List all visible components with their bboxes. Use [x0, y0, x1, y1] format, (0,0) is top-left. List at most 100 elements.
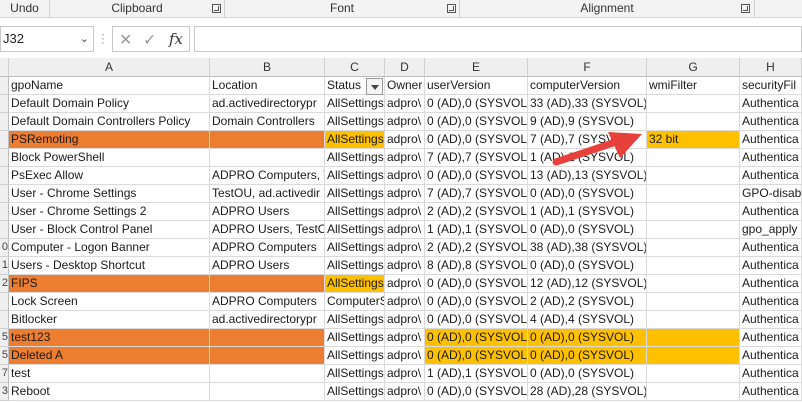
- column-header-d[interactable]: D: [385, 58, 425, 77]
- cell-wmi-filter[interactable]: [647, 275, 740, 293]
- cell-status[interactable]: AllSettings: [325, 257, 385, 275]
- cell-computer-version[interactable]: 0 (AD),0 (SYSVOL): [528, 347, 647, 365]
- cell-computer-version[interactable]: 12 (AD),12 (SYSVOL): [528, 275, 647, 293]
- cell-wmi-filter[interactable]: [647, 113, 740, 131]
- row-header[interactable]: [0, 167, 9, 185]
- cell-wmi-filter[interactable]: [647, 257, 740, 275]
- cell-wmi-filter[interactable]: [647, 95, 740, 113]
- column-header-h[interactable]: H: [740, 58, 802, 77]
- cell-location[interactable]: ADPRO Users: [210, 203, 325, 221]
- cell-status[interactable]: AllSettings: [325, 275, 385, 293]
- cell-status[interactable]: AllSettings: [325, 239, 385, 257]
- row-header[interactable]: 1: [0, 257, 9, 275]
- cell-owner[interactable]: adpro\: [385, 257, 425, 275]
- dialog-launcher-icon[interactable]: [212, 4, 221, 13]
- cell-location[interactable]: [210, 383, 325, 401]
- cell-status[interactable]: AllSettings: [325, 311, 385, 329]
- cell-gpo-name[interactable]: Block PowerShell: [9, 149, 210, 167]
- filter-dropdown-icon[interactable]: [366, 78, 383, 95]
- cell-user-version[interactable]: 0 (AD),0 (SYSVOL): [425, 311, 528, 329]
- cell-security-filter[interactable]: Authentica: [740, 131, 802, 149]
- cell-owner[interactable]: adpro\: [385, 203, 425, 221]
- cell-wmi-filter[interactable]: [647, 347, 740, 365]
- cell-location[interactable]: [210, 149, 325, 167]
- cell-owner[interactable]: adpro\: [385, 95, 425, 113]
- cell-security-filter[interactable]: gpo_apply: [740, 221, 802, 239]
- row-header[interactable]: 5: [0, 347, 9, 365]
- cell-computer-version[interactable]: 0 (AD),0 (SYSVOL): [528, 221, 647, 239]
- cell-computer-version[interactable]: 0 (AD),0 (SYSVOL): [528, 329, 647, 347]
- cell-gpo-name[interactable]: Computer - Logon Banner: [9, 239, 210, 257]
- cell-status[interactable]: AllSettings: [325, 113, 385, 131]
- cell-gpo-name[interactable]: User - Chrome Settings 2: [9, 203, 210, 221]
- drag-handle-icon[interactable]: · · ·: [101, 28, 105, 48]
- cell-gpo-name[interactable]: Lock Screen: [9, 293, 210, 311]
- cell-owner[interactable]: adpro\: [385, 221, 425, 239]
- cell-user-version[interactable]: 1 (AD),1 (SYSVOL): [425, 221, 528, 239]
- cell-location[interactable]: ADPRO Computers: [210, 293, 325, 311]
- cell-user-version[interactable]: 2 (AD),2 (SYSVOL): [425, 203, 528, 221]
- cell-gpo-name[interactable]: Users - Desktop Shortcut: [9, 257, 210, 275]
- cell-location[interactable]: [210, 275, 325, 293]
- cell-user-version[interactable]: 0 (AD),0 (SYSVOL): [425, 275, 528, 293]
- cell-location[interactable]: Domain Controllers: [210, 113, 325, 131]
- cell-location[interactable]: ADPRO Users: [210, 257, 325, 275]
- cell-wmi-filter[interactable]: [647, 239, 740, 257]
- cell-security-filter[interactable]: Authentica: [740, 167, 802, 185]
- cell-computer-version[interactable]: 0 (AD),0 (SYSVOL): [528, 257, 647, 275]
- chevron-down-icon[interactable]: ⌄: [80, 27, 89, 51]
- cell-gpo-name[interactable]: FIPS: [9, 275, 210, 293]
- cancel-icon[interactable]: ✕: [119, 30, 132, 50]
- header-cell-gpo-name[interactable]: gpoName: [9, 77, 210, 95]
- cell-location[interactable]: [210, 347, 325, 365]
- cell-user-version[interactable]: 0 (AD),0 (SYSVOL): [425, 131, 528, 149]
- cell-security-filter[interactable]: Authentica: [740, 293, 802, 311]
- row-header[interactable]: [0, 131, 9, 149]
- cell-gpo-name[interactable]: PsExec Allow: [9, 167, 210, 185]
- cell-location[interactable]: ADPRO Users, TestOU: [210, 221, 325, 239]
- ribbon-group-clipboard[interactable]: Clipboard: [50, 0, 225, 18]
- cell-user-version[interactable]: 8 (AD),8 (SYSVOL): [425, 257, 528, 275]
- formula-input[interactable]: [194, 26, 802, 52]
- cell-wmi-filter[interactable]: [647, 203, 740, 221]
- row-header[interactable]: [0, 149, 9, 167]
- cell-owner[interactable]: adpro\: [385, 293, 425, 311]
- column-header-a[interactable]: A: [9, 58, 210, 77]
- cell-owner[interactable]: adpro\: [385, 149, 425, 167]
- cell-security-filter[interactable]: Authentica: [740, 203, 802, 221]
- cell-gpo-name[interactable]: Default Domain Policy: [9, 95, 210, 113]
- cell-user-version[interactable]: 0 (AD),0 (SYSVOL): [425, 293, 528, 311]
- cell-owner[interactable]: adpro\: [385, 185, 425, 203]
- row-header[interactable]: [0, 95, 9, 113]
- cell-status[interactable]: AllSettings: [325, 95, 385, 113]
- row-header[interactable]: [0, 311, 9, 329]
- cell-wmi-filter[interactable]: [647, 365, 740, 383]
- dialog-launcher-icon[interactable]: [741, 4, 750, 13]
- cell-gpo-name[interactable]: test: [9, 365, 210, 383]
- cell-status[interactable]: AllSettings: [325, 149, 385, 167]
- cell-status[interactable]: AllSettings: [325, 329, 385, 347]
- enter-icon[interactable]: ✓: [143, 30, 156, 50]
- cell-security-filter[interactable]: Authentica: [740, 257, 802, 275]
- cell-location[interactable]: ADPRO Computers, T: [210, 167, 325, 185]
- cell-user-version[interactable]: 0 (AD),0 (SYSVOL): [425, 113, 528, 131]
- cell-status[interactable]: AllSettings: [325, 167, 385, 185]
- cell-security-filter[interactable]: Authentica: [740, 383, 802, 401]
- cell-wmi-filter[interactable]: 32 bit: [647, 131, 740, 149]
- header-cell-security-filter[interactable]: securityFil: [740, 77, 802, 95]
- cell-wmi-filter[interactable]: [647, 185, 740, 203]
- cell-user-version[interactable]: 0 (AD),0 (SYSVOL): [425, 383, 528, 401]
- cell-location[interactable]: [210, 329, 325, 347]
- row-header[interactable]: 5: [0, 329, 9, 347]
- cell-security-filter[interactable]: Authentica: [740, 347, 802, 365]
- cell-wmi-filter[interactable]: [647, 329, 740, 347]
- cell-owner[interactable]: adpro\: [385, 311, 425, 329]
- ribbon-group-alignment[interactable]: Alignment: [460, 0, 755, 18]
- cell-status[interactable]: AllSettings: [325, 221, 385, 239]
- cell-status[interactable]: AllSettings: [325, 203, 385, 221]
- cell-wmi-filter[interactable]: [647, 311, 740, 329]
- cell-status[interactable]: AllSettings: [325, 347, 385, 365]
- cell-computer-version[interactable]: 13 (AD),13 (SYSVOL): [528, 167, 647, 185]
- row-header[interactable]: 7: [0, 365, 9, 383]
- cell-status[interactable]: AllSettings: [325, 131, 385, 149]
